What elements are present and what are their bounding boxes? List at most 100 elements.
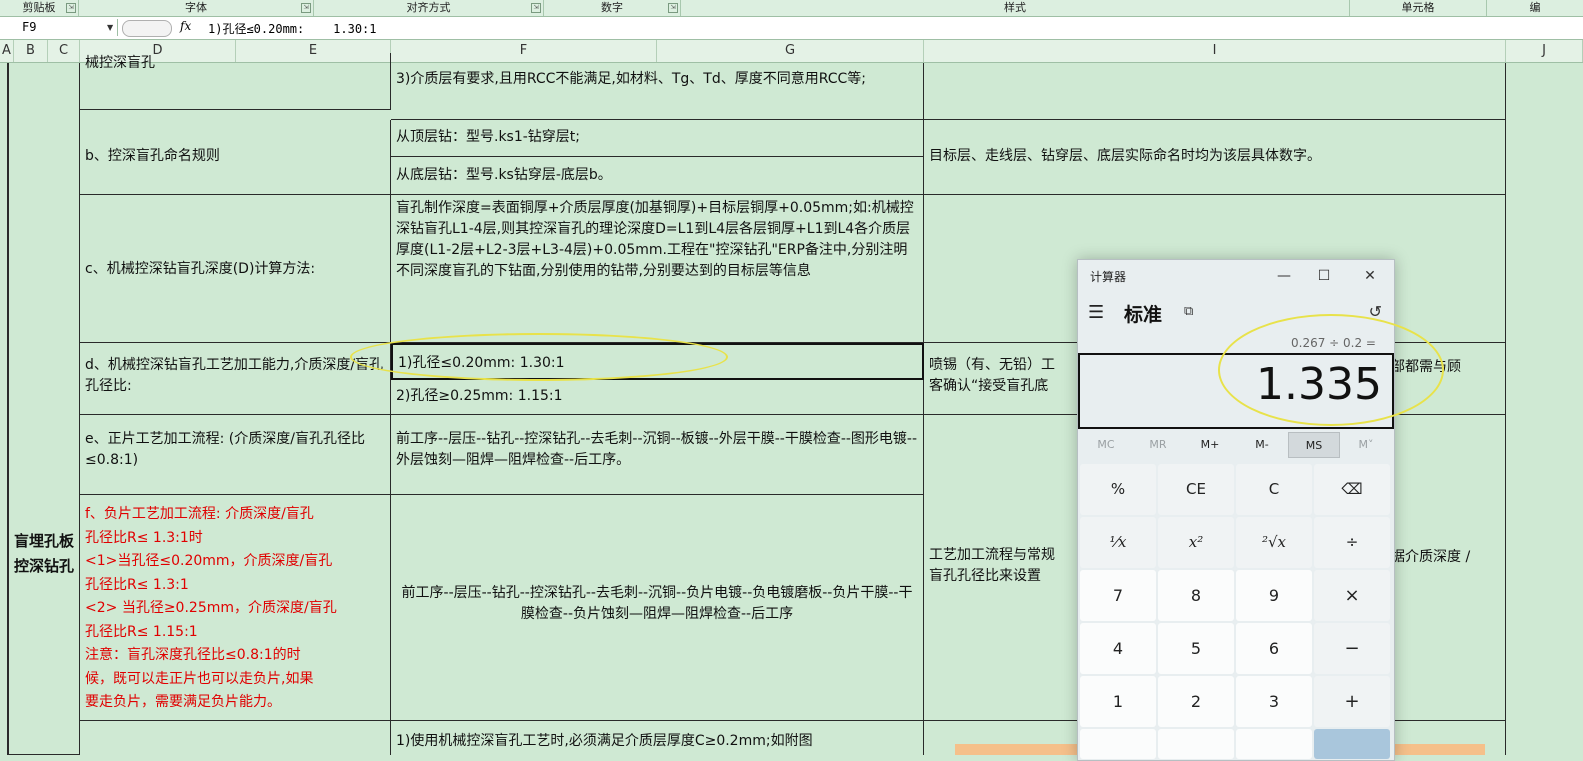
- cell-d-c[interactable]: c、机械控深钻盲孔深度(D)计算方法:: [80, 195, 391, 343]
- digit-6-button[interactable]: 6: [1236, 623, 1312, 674]
- formula-bar-resize-handle[interactable]: [122, 20, 172, 37]
- cell-text: 盲孔孔径比来设置: [929, 568, 1041, 584]
- cell-f-d2[interactable]: 2)孔径≥0.25mm: 1.15:1: [391, 380, 924, 415]
- cell-f-f[interactable]: 前工序--层压--钻孔--控深钻孔--去毛刺--沉铜--负片电镀--负电镀磨板-…: [391, 495, 924, 721]
- mc-button[interactable]: MC: [1080, 432, 1132, 458]
- cell-text: 工艺加工流程与常规: [929, 547, 1055, 563]
- dialog-launcher-icon[interactable]: ⇲: [668, 3, 678, 13]
- column-header-i[interactable]: I: [924, 40, 1506, 62]
- cell-text: c、机械控深钻盲孔深度(D)计算方法:: [85, 261, 316, 277]
- cell-f-b1[interactable]: 从顶层钻：型号.ks1-钻穿层t;: [391, 120, 924, 157]
- menu-icon[interactable]: ☰: [1088, 302, 1104, 323]
- cell-d-e[interactable]: e、正片工艺加工流程: (介质深度/盲孔孔径比≤0.8:1): [80, 415, 391, 495]
- minus-button[interactable]: −: [1314, 623, 1390, 674]
- cell-text: 孔径比R≤ 1.3:1: [85, 576, 189, 593]
- digit-8-button[interactable]: 8: [1158, 570, 1234, 621]
- cell-f-e[interactable]: 前工序--层压--钻孔--控深钻孔--去毛刺--沉铜--板镀--外层干膜--干膜…: [391, 415, 924, 495]
- cell-text: <1>当孔径≤0.20mm，介质深度/盲孔: [85, 553, 333, 569]
- close-icon[interactable]: ✕: [1350, 264, 1390, 288]
- ribbon-group-label: 样式: [1004, 1, 1026, 14]
- cell-text: 目标层、走线层、钻穿层、底层实际命名时均为该层具体数字。: [929, 148, 1321, 164]
- column-header-f[interactable]: F: [391, 40, 657, 62]
- ribbon-group-label: 字体: [185, 1, 207, 14]
- highlight-ellipse-f9: [350, 333, 728, 381]
- formula-input[interactable]: 1)孔径≤0.20mm: 1.30:1: [208, 20, 377, 37]
- backspace-icon[interactable]: ⌫: [1314, 464, 1390, 515]
- cell-d-b[interactable]: b、控深盲孔命名规则: [80, 120, 391, 195]
- cell-d-f[interactable]: f、负片工艺加工流程: 介质深度/盲孔 孔径比R≤ 1.3:1时 <1>当孔径≤…: [80, 495, 391, 721]
- plus-button[interactable]: +: [1314, 676, 1390, 727]
- sqrt-button[interactable]: ²√x: [1236, 517, 1312, 568]
- m-plus-button[interactable]: M+: [1184, 432, 1236, 458]
- cell-j[interactable]: [1506, 63, 1583, 755]
- ms-button[interactable]: MS: [1288, 432, 1340, 458]
- cell-f-c[interactable]: 盲孔制作深度=表面铜厚+介质层厚度(加基铜厚)+目标层铜厚+0.05mm;如:机…: [391, 195, 924, 343]
- reciprocal-button[interactable]: ¹⁄x: [1080, 517, 1156, 568]
- digit-3-button[interactable]: 3: [1236, 676, 1312, 727]
- ribbon-group-styles[interactable]: 样式: [681, 0, 1350, 16]
- column-header-c[interactable]: C: [48, 40, 80, 62]
- memory-list-button[interactable]: M˅: [1340, 432, 1392, 458]
- cell-b-merged[interactable]: 盲埋孔板控深钻孔: [8, 63, 80, 755]
- cell-text: 械控深盲孔: [85, 55, 155, 71]
- ce-button[interactable]: CE: [1158, 464, 1234, 515]
- cell-f-last[interactable]: 1)使用机械控深盲孔工艺时,必须满足介质层厚度C≥0.2mm;如附图: [391, 721, 924, 755]
- digit-1-button[interactable]: 1: [1080, 676, 1156, 727]
- cell-text: 据介质深度 /: [1391, 549, 1471, 565]
- cell-i-top[interactable]: [924, 63, 1506, 120]
- dialog-launcher-icon[interactable]: ⇲: [301, 3, 311, 13]
- column-header-a[interactable]: A: [0, 40, 14, 62]
- keep-on-top-icon[interactable]: ⧉: [1184, 304, 1193, 319]
- digit-2-button[interactable]: 2: [1158, 676, 1234, 727]
- m-minus-button[interactable]: M-: [1236, 432, 1288, 458]
- cell-f-b2[interactable]: 从底层钻：型号.ks钻穿层-底层b。: [391, 157, 924, 195]
- ribbon-group-label: 编: [1529, 1, 1541, 14]
- digit-5-button[interactable]: 5: [1158, 623, 1234, 674]
- cell-text: 盲埋孔板控深钻孔: [14, 532, 75, 575]
- digit-9-button[interactable]: 9: [1236, 570, 1312, 621]
- divide-button[interactable]: ÷: [1314, 517, 1390, 568]
- cell-i-b[interactable]: 目标层、走线层、钻穿层、底层实际命名时均为该层具体数字。: [924, 120, 1506, 195]
- column-header-j[interactable]: J: [1506, 40, 1583, 62]
- digit-7-button[interactable]: 7: [1080, 570, 1156, 621]
- cell-d-last[interactable]: [80, 721, 391, 755]
- mode-title: 标准: [1124, 304, 1163, 326]
- cell-text: 前工序--层压--钻孔--控深钻孔--去毛刺--沉铜--板镀--外层干膜--干膜…: [396, 431, 918, 468]
- digit-4-button[interactable]: 4: [1080, 623, 1156, 674]
- ribbon-group-alignment[interactable]: 对齐方式 ⇲: [314, 0, 544, 16]
- name-box[interactable]: F9: [0, 19, 118, 36]
- cell-text: 候，既可以走正片也可以走负片,如果: [85, 670, 314, 687]
- cell-d-top[interactable]: 械控深盲孔: [80, 53, 391, 110]
- cell-text: 从顶层钻：型号.ks1-钻穿层t;: [396, 129, 581, 145]
- ribbon-group-cells[interactable]: 单元格: [1350, 0, 1487, 16]
- ribbon-group-editing[interactable]: 编: [1487, 0, 1583, 16]
- cell-text: 注意：盲孔深度孔径比≤0.8:1的时: [85, 647, 301, 663]
- formula-bar: F9 ▼ fx 1)孔径≤0.20mm: 1.30:1: [0, 17, 1583, 40]
- cell-text: 从底层钻：型号.ks钻穿层-底层b。: [396, 167, 612, 183]
- dialog-launcher-icon[interactable]: ⇲: [66, 3, 76, 13]
- cell-d-d[interactable]: d、机械控深钻盲孔工艺加工能力,介质深度/盲孔孔径比:: [80, 343, 391, 415]
- column-header-g[interactable]: G: [657, 40, 924, 62]
- multiply-button[interactable]: ×: [1314, 570, 1390, 621]
- dialog-launcher-icon[interactable]: ⇲: [531, 3, 541, 13]
- minimize-icon[interactable]: —: [1264, 264, 1304, 288]
- calculator-titlebar[interactable]: 计算器 — ☐ ✕: [1078, 260, 1394, 292]
- cell-text: 孔径比R≤ 1.15:1: [85, 623, 198, 640]
- cell-text: e、正片工艺加工流程: (介质深度/盲孔孔径比≤0.8:1): [85, 431, 365, 468]
- maximize-icon[interactable]: ☐: [1304, 264, 1344, 288]
- ribbon-group-clipboard[interactable]: 剪贴板 ⇲: [0, 0, 79, 16]
- square-button[interactable]: x²: [1158, 517, 1234, 568]
- percent-button[interactable]: %: [1080, 464, 1156, 515]
- cell-f-top[interactable]: 3)介质层有要求,且用RCC不能满足,如材料、Tg、Td、厚度不同意用RCC等;: [391, 63, 924, 120]
- chevron-down-icon[interactable]: ▼: [107, 23, 113, 32]
- column-header-b[interactable]: B: [14, 40, 48, 62]
- c-button[interactable]: C: [1236, 464, 1312, 515]
- ribbon-group-number[interactable]: 数字 ⇲: [544, 0, 681, 16]
- insert-function-icon[interactable]: fx: [180, 19, 191, 33]
- ribbon-group-font[interactable]: 字体 ⇲: [79, 0, 314, 16]
- name-box-value: F9: [22, 20, 37, 34]
- cell-text: d、机械控深钻盲孔工艺加工能力,介质深度/盲孔孔径比:: [85, 357, 384, 394]
- mr-button[interactable]: MR: [1132, 432, 1184, 458]
- memory-row: MC MR M+ M- MS M˅: [1078, 430, 1394, 460]
- cell-text: 3)介质层有要求,且用RCC不能满足,如材料、Tg、Td、厚度不同意用RCC等;: [396, 71, 867, 87]
